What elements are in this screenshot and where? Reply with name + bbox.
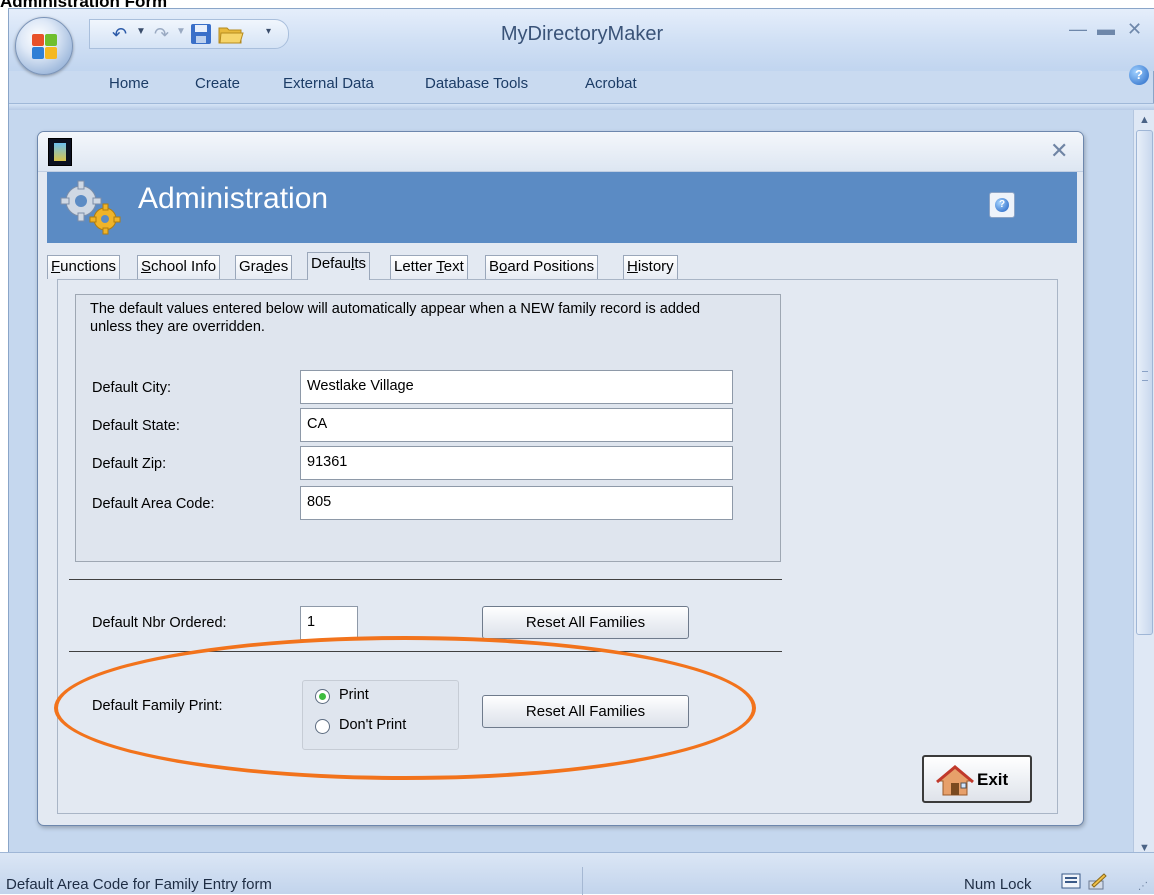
design-view-icon[interactable] [1086, 871, 1108, 891]
default-state-input[interactable]: CA [300, 408, 733, 442]
ribbon-tab-external-data[interactable]: External Data [283, 75, 374, 92]
default-area-code-label: Default Area Code: [92, 496, 215, 512]
exit-button[interactable]: Exit [922, 755, 1032, 803]
tab-functions[interactable]: Functions [47, 255, 121, 279]
status-separator [582, 867, 583, 895]
form-close-icon[interactable]: ✕ [1050, 138, 1068, 164]
help-icon[interactable]: ? [1129, 65, 1149, 85]
default-nbr-ordered-input[interactable]: 1 [300, 606, 358, 640]
office-button[interactable] [15, 17, 73, 75]
form-title-bar [38, 132, 1083, 172]
house-icon [936, 765, 974, 796]
scroll-thumb[interactable] [1136, 130, 1153, 635]
default-nbr-ordered-label: Default Nbr Ordered: [92, 615, 227, 631]
divider [69, 579, 782, 580]
form-help-button[interactable]: ? [989, 192, 1015, 218]
tab-school-info[interactable]: School Info [137, 255, 221, 279]
minimize-icon[interactable]: — [1069, 19, 1087, 40]
tab-grades[interactable]: Grades [235, 255, 293, 279]
ribbon-tab-acrobat[interactable]: Acrobat [585, 75, 637, 92]
form-view-icon[interactable] [1060, 871, 1082, 891]
tab-defaults[interactable]: Defaults [307, 252, 371, 280]
close-icon[interactable]: ✕ [1127, 19, 1142, 40]
resize-grip-icon[interactable]: ⋰ [1138, 881, 1148, 892]
default-city-label: Default City: [92, 380, 171, 396]
default-zip-input[interactable]: 91361 [300, 446, 733, 480]
tab-letter-text[interactable]: Letter Text [390, 255, 468, 279]
vertical-scrollbar[interactable]: ▲ ▼ [1133, 110, 1154, 862]
help-icon: ? [995, 198, 1009, 212]
default-state-label: Default State: [92, 418, 180, 434]
tab-board-positions[interactable]: Board Positions [485, 255, 599, 279]
tab-history[interactable]: History [623, 255, 678, 279]
default-area-code-input[interactable]: 805 [300, 486, 733, 520]
annotation-highlight-ellipse [54, 636, 756, 780]
office-logo-icon [32, 34, 58, 60]
app-title: MyDirectoryMaker [500, 23, 664, 45]
default-zip-label: Default Zip: [92, 456, 167, 472]
status-bar: Default Area Code for Family Entry form … [0, 852, 1154, 895]
form-title: Administration [138, 182, 329, 215]
default-city-input[interactable]: Westlake Village [300, 370, 733, 404]
gears-icon [60, 180, 121, 235]
maximize-icon[interactable]: ▬ [1097, 19, 1115, 40]
ribbon-tab-create[interactable]: Create [195, 75, 240, 92]
exit-button-label: Exit [977, 770, 1009, 789]
ribbon-tab-home[interactable]: Home [109, 75, 149, 92]
ribbon-minimized [9, 103, 1154, 110]
defaults-description: The default values entered below will au… [90, 301, 701, 335]
scroll-up-icon[interactable]: ▲ [1136, 112, 1153, 129]
status-text: Default Area Code for Family Entry form [6, 876, 272, 893]
ribbon-tab-database-tools[interactable]: Database Tools [425, 75, 528, 92]
reset-all-families-button[interactable]: Reset All Families [482, 606, 689, 639]
form-header: Administration ? [47, 172, 1077, 243]
form-app-icon [48, 138, 72, 166]
num-lock-indicator: Num Lock [964, 876, 1032, 893]
